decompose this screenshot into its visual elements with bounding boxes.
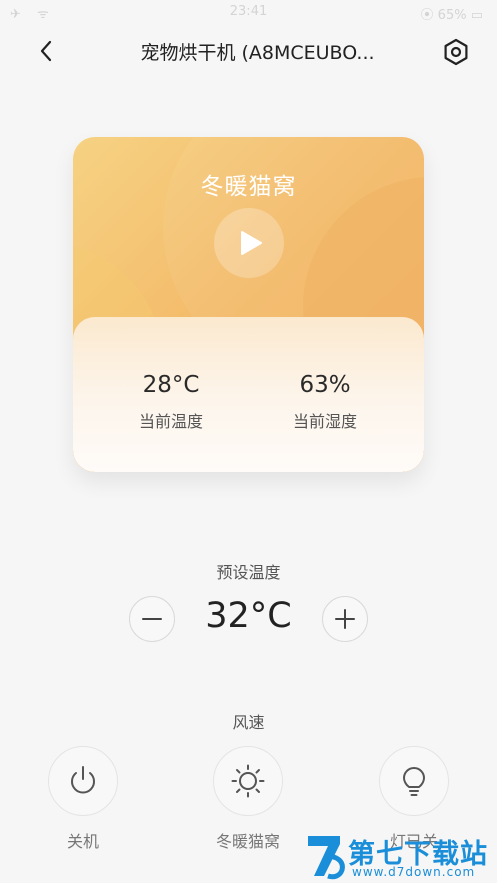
play-button[interactable] bbox=[214, 208, 284, 278]
mode-label: 冬暖猫窝 bbox=[215, 832, 280, 851]
page-title: 宠物烘干机 (A8MCEUBO... bbox=[140, 42, 375, 64]
preset-temperature-title: 预设温度 bbox=[216, 563, 281, 582]
current-temperature: 28°C 当前温度 bbox=[101, 372, 241, 432]
nav-bar: 宠物烘干机 (A8MCEUBO... bbox=[0, 26, 497, 76]
power-icon bbox=[71, 766, 95, 794]
settings-hexagon-icon bbox=[444, 38, 468, 66]
power-button[interactable]: 关机 bbox=[23, 746, 143, 852]
current-humidity-label: 当前湿度 bbox=[292, 412, 357, 431]
plus-icon bbox=[335, 609, 355, 629]
mode-card: 冬暖猫窝 28°C 当前温度 63% 当前湿度 bbox=[73, 137, 424, 472]
play-icon bbox=[241, 231, 262, 255]
light-button-circle[interactable] bbox=[379, 746, 449, 816]
mode-button[interactable]: 冬暖猫窝 bbox=[188, 746, 308, 852]
mode-name: 冬暖猫窝 bbox=[200, 174, 297, 200]
sun-icon bbox=[231, 764, 265, 798]
current-humidity: 63% 当前湿度 bbox=[255, 372, 395, 432]
back-button[interactable] bbox=[34, 36, 60, 66]
settings-button[interactable] bbox=[440, 36, 472, 68]
chevron-left-icon bbox=[40, 40, 52, 62]
preset-temperature-value: 32°C bbox=[205, 596, 292, 636]
watermark-url: www.d7down.com bbox=[352, 865, 476, 879]
bulb-icon bbox=[403, 767, 425, 796]
current-temperature-label: 当前温度 bbox=[138, 412, 203, 431]
current-temperature-value: 28°C bbox=[142, 372, 200, 398]
decrease-temperature-button[interactable] bbox=[129, 596, 175, 642]
watermark-logo bbox=[308, 836, 345, 880]
increase-temperature-button[interactable] bbox=[322, 596, 368, 642]
current-humidity-value: 63% bbox=[299, 372, 351, 398]
wind-speed-title: 风速 bbox=[232, 713, 265, 732]
minus-icon bbox=[142, 618, 162, 620]
status-bar: ✈ ᯤ 23:41 ⦿ 65% ▭ bbox=[0, 0, 497, 26]
power-label: 关机 bbox=[66, 832, 99, 851]
mode-button-circle[interactable] bbox=[213, 746, 283, 816]
battery-indicator: ⦿ 65% ▭ bbox=[420, 8, 483, 23]
site-watermark: 第七下载站 www.d7down.com bbox=[300, 830, 497, 883]
power-button-circle[interactable] bbox=[48, 746, 118, 816]
stats-panel: 28°C 当前温度 63% 当前湿度 bbox=[73, 317, 424, 472]
